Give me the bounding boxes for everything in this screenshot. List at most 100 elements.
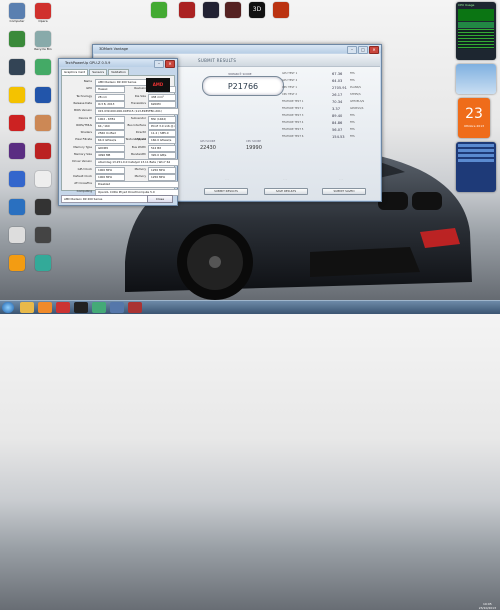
desktop-icon[interactable]: Opera — [28, 3, 58, 24]
app-icon — [9, 143, 25, 159]
gpuz-field-label: Release Date — [73, 100, 92, 105]
desktop-icon[interactable] — [28, 59, 58, 76]
taskbar-app[interactable] — [128, 302, 142, 313]
score-box: P21766 — [202, 76, 284, 96]
taskbar-app[interactable] — [110, 302, 124, 313]
result-unit: FPS — [350, 135, 355, 138]
result-label: FEATURE TEST 3 — [282, 114, 304, 117]
submit-results-button[interactable]: SUBMIT RESULTS — [204, 188, 248, 195]
result-value: 89.40 — [332, 113, 343, 118]
gpuz-field-label: Bandwidth — [131, 152, 146, 156]
gpuz-field-label: Technology — [76, 93, 92, 98]
taskbar-3dmark[interactable] — [74, 302, 88, 313]
app-icon — [9, 255, 25, 271]
start-button[interactable] — [2, 302, 14, 313]
desktop-icon[interactable] — [28, 199, 58, 216]
result-label: FEATURE TEST 1 — [282, 100, 304, 103]
3dmark-titlebar[interactable]: 3DMark Vantage — [93, 45, 381, 53]
desktop-icon[interactable] — [28, 143, 58, 160]
result-unit: PLANS/S — [350, 86, 361, 89]
result-label: CPU TEST 1 — [282, 86, 298, 89]
info-text-2: · · · — [283, 178, 287, 181]
app-icon — [35, 171, 51, 187]
cpu-meter-gadget[interactable]: CPU Usage — [456, 2, 496, 60]
desktop-icon[interactable] — [28, 171, 58, 188]
top-desktop-icon[interactable] — [266, 2, 296, 19]
gpu-score-value: 22430 — [200, 145, 216, 151]
cpu-graph — [458, 9, 494, 21]
app-icon — [35, 59, 51, 75]
result-row: GPU TEST 1 67.36 FPS — [282, 72, 382, 77]
gpuz-field-label: Subvendor — [130, 115, 146, 120]
result-row: GPU TEST 2 64.03 FPS — [282, 79, 382, 84]
gpuz-field-label: Die Size — [134, 93, 146, 98]
result-row: FEATURE TEST 4 84.86 FPS — [282, 121, 382, 126]
recycle-bin-icon — [35, 31, 51, 47]
calendar-gadget[interactable]: 23 Ottobre 2013 — [458, 98, 490, 138]
gpuz-field-label: Default Clock — [73, 173, 92, 178]
gpuz-row: Memory Type GDDR5 Bus Width 512 Bit — [64, 144, 176, 152]
result-value: 67.36 — [332, 71, 343, 76]
taskbar-media[interactable] — [38, 302, 52, 313]
gpuz-field-label: Memory — [134, 166, 146, 171]
gpuz-row: Default Clock 1000 MHz Memory 1250 MHz — [64, 173, 176, 181]
result-unit: FPS — [350, 79, 355, 82]
minimize-button[interactable]: – — [347, 46, 357, 54]
desktop-icon[interactable] — [28, 87, 58, 104]
desktop-icon[interactable]: Recycle Bin — [28, 31, 58, 52]
result-unit: GTEXELS/S — [350, 100, 365, 103]
info-text-1: · · · — [225, 178, 229, 181]
close-button[interactable]: ✕ — [369, 46, 379, 54]
gpuz-field-label: GPU Clock — [77, 166, 92, 171]
app-icon — [35, 87, 51, 103]
maximize-button[interactable]: □ — [358, 46, 368, 54]
calendar-day: 23 — [465, 106, 483, 122]
app-icon — [9, 31, 25, 47]
desktop-icon[interactable] — [28, 255, 58, 272]
cpu-score-value: 19990 — [246, 145, 262, 151]
result-row: FEATURE TEST 5 56.07 FPS — [282, 128, 382, 133]
result-unit: FPS — [350, 121, 355, 124]
result-row: CPU TEST 2 26.17 STEPS/S — [282, 93, 382, 98]
cpu-score-label: CPU SCORE — [246, 140, 262, 143]
gpuz-field-label: ATI CrossFire — [74, 181, 92, 186]
result-value: 154.53 — [332, 134, 345, 139]
submit-saved-button[interactable]: SUBMIT SAVED — [322, 188, 366, 195]
cpu-meter-label: CPU Usage — [458, 3, 475, 7]
weather-gadget[interactable] — [456, 64, 496, 94]
system-clock[interactable]: 19:05 23/10/2013 — [479, 602, 496, 610]
gpuz-field-label: Shaders — [80, 130, 92, 135]
core-graphs — [458, 29, 494, 49]
result-row: CPU TEST 1 2705.91 PLANS/S — [282, 86, 382, 91]
gpuz-field-label: Transistors — [130, 100, 146, 105]
result-label: GPU TEST 1 — [282, 72, 298, 75]
result-unit: FPS — [350, 128, 355, 131]
gpuz-field-label: Bus Interface — [127, 122, 146, 127]
desktop-icon[interactable] — [28, 115, 58, 132]
gpuz-close-button[interactable]: Close — [147, 195, 173, 203]
result-value: 70.34 — [332, 99, 343, 104]
gpuz-close-x-button[interactable]: ✕ — [165, 60, 175, 68]
gpuz-minimize-button[interactable]: – — [154, 60, 164, 68]
result-label: FEATURE TEST 4 — [282, 121, 304, 124]
gpuz-window[interactable]: TechPowerUp GPU-Z 0.5.9 – ✕ Graphics Car… — [58, 58, 179, 206]
news-gadget[interactable] — [456, 142, 496, 192]
taskbar-opera[interactable] — [56, 302, 70, 313]
result-label: CPU TEST 2 — [282, 93, 298, 96]
gpuz-panel: Name AMD Radeon R9 200 Series GPU Hawaii Rev… — [61, 75, 179, 196]
gpuz-field-label: Pixel Fillrate — [75, 137, 92, 142]
app-icon — [9, 59, 25, 75]
gpuz-row: Shaders 2560 Unified DirectX Support 11.2 /… — [64, 129, 176, 141]
gpuz-row: Memory Size 4096 MB Bandwidth 320.0 GB/s — [64, 151, 176, 159]
result-value: 2705.91 — [332, 85, 347, 90]
result-row: FEATURE TEST 3 89.40 FPS — [282, 114, 382, 119]
taskbar-gpuz[interactable] — [92, 302, 106, 313]
desktop-icon[interactable] — [28, 227, 58, 244]
taskbar-explorer[interactable] — [20, 302, 34, 313]
save-results-button[interactable]: SAVE RESULTS — [264, 188, 308, 195]
app-icon — [9, 199, 25, 215]
top-desktop-icon[interactable] — [144, 2, 174, 19]
gpuz-field-label: Revision — [134, 86, 146, 91]
card-select[interactable]: AMD Radeon R9 200 Series — [61, 195, 153, 203]
gpuz-field-label: Texture Fillrate — [125, 137, 146, 142]
